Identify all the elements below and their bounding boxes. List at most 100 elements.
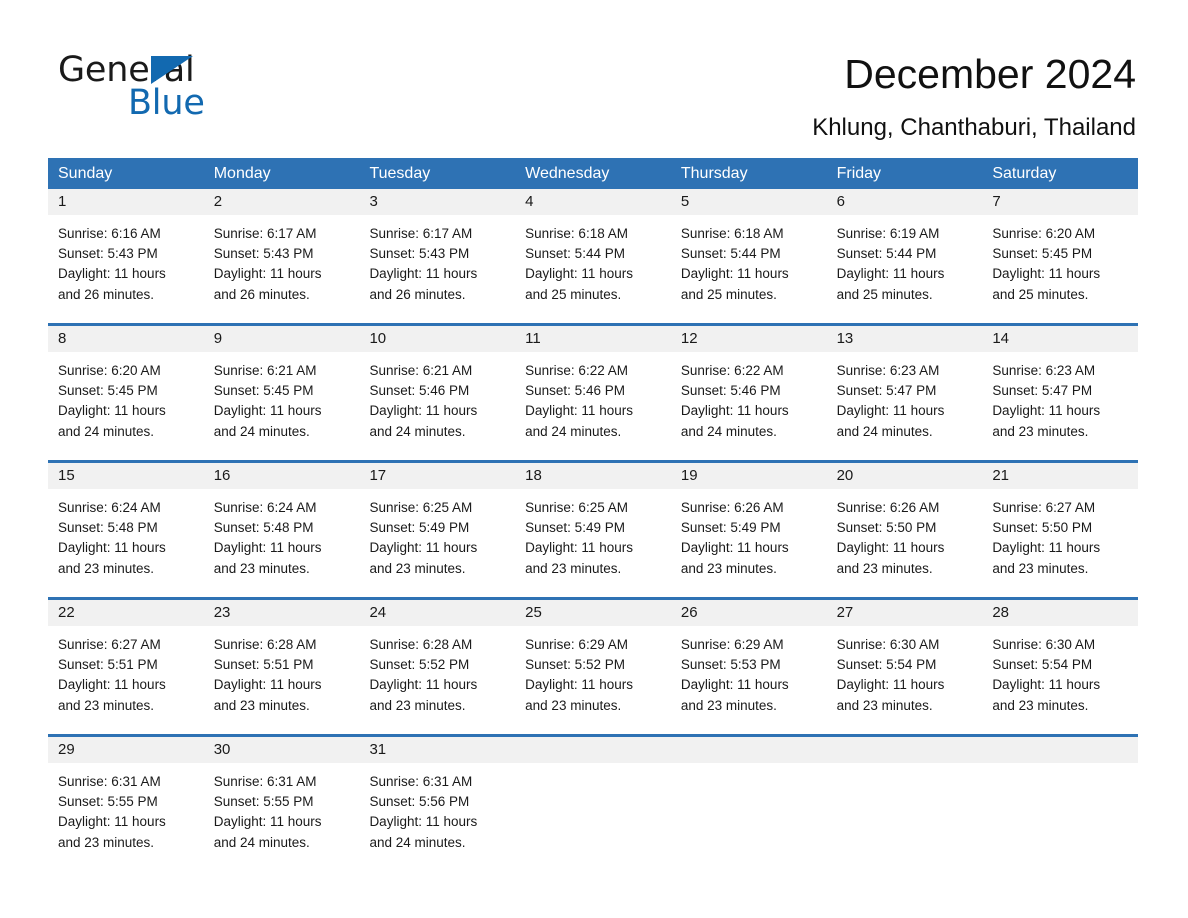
day-cell[interactable]: Sunrise: 6:28 AM Sunset: 5:52 PM Dayligh… [359, 626, 515, 734]
day-cell[interactable]: Sunrise: 6:21 AM Sunset: 5:45 PM Dayligh… [204, 352, 360, 460]
weekday-header-sunday: Sunday [58, 165, 113, 182]
calendar-table: Sunday Monday Tuesday Wednesday Thursday… [48, 158, 1138, 871]
day-cell[interactable]: Sunrise: 6:22 AM Sunset: 5:46 PM Dayligh… [671, 352, 827, 460]
day-cell[interactable]: Sunrise: 6:18 AM Sunset: 5:44 PM Dayligh… [515, 215, 671, 323]
day-cell[interactable]: Sunrise: 6:20 AM Sunset: 5:45 PM Dayligh… [48, 352, 204, 460]
sunset-text: Sunset: 5:43 PM [58, 246, 158, 262]
day-number[interactable]: 13 [827, 326, 983, 352]
day-number[interactable]: 20 [827, 463, 983, 489]
day-number[interactable]: 1 [48, 189, 204, 215]
day-number[interactable]: 25 [515, 600, 671, 626]
day-cell[interactable]: Sunrise: 6:26 AM Sunset: 5:50 PM Dayligh… [827, 489, 983, 597]
day-number[interactable]: 4 [515, 189, 671, 215]
daylight-text-line1: Daylight: 11 hours [836, 677, 945, 693]
day-number[interactable]: 2 [204, 189, 360, 215]
sunrise-text: Sunrise: 6:19 AM [836, 226, 940, 241]
day-cell[interactable]: Sunrise: 6:23 AM Sunset: 5:47 PM Dayligh… [982, 352, 1138, 460]
day-number[interactable]: 28 [982, 600, 1138, 626]
day-number[interactable]: 17 [359, 463, 515, 489]
week-detail-row: Sunrise: 6:24 AM Sunset: 5:48 PM Dayligh… [48, 489, 1138, 597]
day-number[interactable]: 29 [48, 737, 204, 763]
day-number[interactable]: 10 [359, 326, 515, 352]
day-number[interactable]: 16 [204, 463, 360, 489]
sunset-text: Sunset: 5:51 PM [58, 657, 158, 673]
sunset-text: Sunset: 5:45 PM [213, 383, 314, 399]
day-number[interactable]: 26 [671, 600, 827, 626]
sunset-text: Sunset: 5:44 PM [836, 246, 937, 262]
sunrise-text: Sunrise: 6:20 AM [992, 226, 1096, 241]
day-number[interactable]: 15 [48, 463, 204, 489]
day-cell[interactable]: Sunrise: 6:19 AM Sunset: 5:44 PM Dayligh… [827, 215, 983, 323]
day-number[interactable]: 23 [204, 600, 360, 626]
day-cell[interactable]: Sunrise: 6:28 AM Sunset: 5:51 PM Dayligh… [204, 626, 360, 734]
daylight-text-line1: Daylight: 11 hours [836, 540, 945, 556]
generalblue-logo[interactable]: General Blue [58, 50, 318, 128]
daylight-text-line1: Daylight: 11 hours [213, 403, 322, 419]
week-date-band: 22 23 24 25 26 27 28 [48, 600, 1138, 626]
sunset-text: Sunset: 5:46 PM [525, 383, 625, 399]
day-cell[interactable]: Sunrise: 6:16 AM Sunset: 5:43 PM Dayligh… [48, 215, 204, 323]
sunrise-text: Sunrise: 6:26 AM [680, 500, 784, 515]
daylight-text-line1: Daylight: 11 hours [58, 677, 166, 693]
calendar-week-row: 15 16 17 18 19 20 21 Sunrise: 6:24 AM Su… [48, 460, 1138, 597]
day-number[interactable]: 9 [204, 326, 360, 352]
day-number[interactable]: 30 [204, 737, 360, 763]
day-cell[interactable]: Sunrise: 6:29 AM Sunset: 5:53 PM Dayligh… [671, 626, 827, 734]
daylight-text-line2: and 26 minutes. [369, 286, 466, 302]
weekday-header-friday: Friday [836, 165, 882, 182]
sunset-text: Sunset: 5:47 PM [992, 383, 1093, 399]
day-cell[interactable]: Sunrise: 6:24 AM Sunset: 5:48 PM Dayligh… [204, 489, 360, 597]
daylight-text-line1: Daylight: 11 hours [58, 814, 166, 830]
day-number[interactable]: 12 [671, 326, 827, 352]
day-number[interactable]: 22 [48, 600, 204, 626]
day-cell[interactable]: Sunrise: 6:17 AM Sunset: 5:43 PM Dayligh… [359, 215, 515, 323]
daylight-text-line2: and 23 minutes. [369, 697, 466, 713]
day-cell[interactable]: Sunrise: 6:27 AM Sunset: 5:51 PM Dayligh… [48, 626, 204, 734]
day-cell[interactable]: Sunrise: 6:30 AM Sunset: 5:54 PM Dayligh… [982, 626, 1138, 734]
day-cell[interactable]: Sunrise: 6:18 AM Sunset: 5:44 PM Dayligh… [671, 215, 827, 323]
week-detail-row: Sunrise: 6:16 AM Sunset: 5:43 PM Dayligh… [48, 215, 1138, 323]
sunrise-text: Sunrise: 6:31 AM [213, 774, 317, 789]
day-cell[interactable]: Sunrise: 6:20 AM Sunset: 5:45 PM Dayligh… [982, 215, 1138, 323]
day-number[interactable]: 21 [982, 463, 1138, 489]
day-cell[interactable]: Sunrise: 6:31 AM Sunset: 5:55 PM Dayligh… [48, 763, 204, 871]
day-cell[interactable]: Sunrise: 6:30 AM Sunset: 5:54 PM Dayligh… [827, 626, 983, 734]
day-number[interactable]: 11 [515, 326, 671, 352]
day-number[interactable]: 7 [982, 189, 1138, 215]
day-cell[interactable]: Sunrise: 6:29 AM Sunset: 5:52 PM Dayligh… [515, 626, 671, 734]
daylight-text-line2: and 26 minutes. [58, 286, 155, 302]
day-number[interactable]: 19 [671, 463, 827, 489]
day-cell[interactable]: Sunrise: 6:31 AM Sunset: 5:55 PM Dayligh… [204, 763, 360, 871]
day-cell[interactable]: Sunrise: 6:26 AM Sunset: 5:49 PM Dayligh… [671, 489, 827, 597]
daylight-text-line2: and 23 minutes. [836, 697, 933, 713]
day-cell[interactable]: Sunrise: 6:31 AM Sunset: 5:56 PM Dayligh… [359, 763, 515, 871]
daylight-text-line2: and 23 minutes. [58, 560, 155, 576]
day-number[interactable]: 14 [982, 326, 1138, 352]
day-cell[interactable]: Sunrise: 6:25 AM Sunset: 5:49 PM Dayligh… [515, 489, 671, 597]
daylight-text-line2: and 25 minutes. [992, 286, 1089, 302]
day-cell[interactable]: Sunrise: 6:21 AM Sunset: 5:46 PM Dayligh… [359, 352, 515, 460]
sunset-text: Sunset: 5:44 PM [525, 246, 625, 262]
calendar-week-row: 29 30 31 Sunrise: 6:31 AM Sunset: 5:55 P… [48, 734, 1138, 871]
weekday-header-saturday: Saturday [992, 165, 1057, 182]
day-number[interactable]: 31 [359, 737, 515, 763]
daylight-text-line1: Daylight: 11 hours [992, 403, 1101, 419]
daylight-text-line1: Daylight: 11 hours [680, 403, 789, 419]
daylight-text-line1: Daylight: 11 hours [836, 266, 945, 282]
day-cell[interactable]: Sunrise: 6:25 AM Sunset: 5:49 PM Dayligh… [359, 489, 515, 597]
week-date-band: 8 9 10 11 12 13 14 [48, 326, 1138, 352]
day-number[interactable]: 27 [827, 600, 983, 626]
day-number[interactable]: 8 [48, 326, 204, 352]
day-number[interactable]: 3 [359, 189, 515, 215]
day-number[interactable]: 6 [827, 189, 983, 215]
daylight-text-line1: Daylight: 11 hours [525, 266, 633, 282]
daylight-text-line2: and 23 minutes. [58, 834, 155, 850]
day-cell[interactable]: Sunrise: 6:22 AM Sunset: 5:46 PM Dayligh… [515, 352, 671, 460]
day-cell[interactable]: Sunrise: 6:24 AM Sunset: 5:48 PM Dayligh… [48, 489, 204, 597]
day-number[interactable]: 5 [671, 189, 827, 215]
day-number[interactable]: 24 [359, 600, 515, 626]
day-cell[interactable]: Sunrise: 6:17 AM Sunset: 5:43 PM Dayligh… [204, 215, 360, 323]
day-cell[interactable]: Sunrise: 6:23 AM Sunset: 5:47 PM Dayligh… [827, 352, 983, 460]
day-number[interactable]: 18 [515, 463, 671, 489]
day-cell[interactable]: Sunrise: 6:27 AM Sunset: 5:50 PM Dayligh… [982, 489, 1138, 597]
